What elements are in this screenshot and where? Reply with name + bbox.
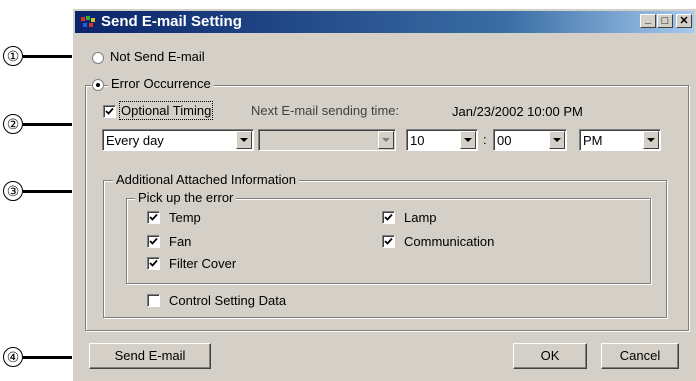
ampm-value: PM	[583, 133, 603, 148]
frequency-value: Every day	[106, 133, 164, 148]
chevron-down-icon[interactable]	[643, 131, 659, 149]
time-separator: :	[483, 132, 487, 147]
callout-1: ①	[3, 46, 23, 66]
optional-timing-label[interactable]: Optional Timing	[118, 101, 214, 120]
ampm-select[interactable]: PM	[579, 129, 661, 151]
dialog-window: Send E-mail Setting _ □ ✕ Not Send E-mai…	[72, 8, 696, 381]
hour-select[interactable]: 10	[406, 129, 478, 151]
title-bar[interactable]: Send E-mail Setting _ □ ✕	[75, 11, 694, 33]
filter-cover-label[interactable]: Filter Cover	[169, 256, 236, 271]
optional-timing-checkbox[interactable]	[103, 105, 116, 118]
check-icon	[149, 259, 158, 267]
day-select[interactable]	[258, 129, 396, 151]
not-send-radio[interactable]	[92, 52, 104, 64]
temp-checkbox[interactable]	[147, 211, 160, 224]
ok-button[interactable]: OK	[513, 343, 587, 369]
minimize-button[interactable]: _	[640, 14, 656, 28]
window-title: Send E-mail Setting	[101, 13, 242, 30]
pickup-label: Pick up the error	[135, 190, 237, 205]
app-icon	[81, 16, 95, 27]
send-email-button[interactable]: Send E-mail	[89, 343, 211, 369]
cancel-button[interactable]: Cancel	[601, 343, 679, 369]
callout-3: ③	[3, 181, 23, 201]
fan-label[interactable]: Fan	[169, 234, 191, 249]
maximize-button[interactable]: □	[657, 14, 673, 28]
control-setting-checkbox[interactable]	[147, 294, 160, 307]
error-occurrence-radio[interactable]	[92, 79, 104, 91]
chevron-down-icon[interactable]	[460, 131, 476, 149]
next-email-label: Next E-mail sending time:	[251, 103, 400, 118]
check-icon	[149, 213, 158, 221]
filter-cover-checkbox[interactable]	[147, 257, 160, 270]
check-icon	[149, 237, 158, 245]
error-occurrence-label[interactable]: Error Occurrence	[108, 76, 214, 91]
communication-label[interactable]: Communication	[404, 234, 494, 249]
next-email-time: Jan/23/2002 10:00 PM	[452, 104, 583, 119]
check-icon	[384, 237, 393, 245]
chevron-down-icon[interactable]	[236, 131, 252, 149]
frequency-select[interactable]: Every day	[102, 129, 254, 151]
close-button[interactable]: ✕	[676, 14, 692, 28]
temp-label[interactable]: Temp	[169, 210, 201, 225]
fan-checkbox[interactable]	[147, 235, 160, 248]
lamp-checkbox[interactable]	[382, 211, 395, 224]
callout-4: ④	[3, 347, 23, 367]
chevron-down-icon[interactable]	[549, 131, 565, 149]
communication-checkbox[interactable]	[382, 235, 395, 248]
minute-select[interactable]: 00	[493, 129, 567, 151]
control-setting-label[interactable]: Control Setting Data	[169, 293, 286, 308]
not-send-label[interactable]: Not Send E-mail	[110, 49, 205, 64]
check-icon	[384, 213, 393, 221]
hour-value: 10	[410, 133, 425, 148]
lamp-label[interactable]: Lamp	[404, 210, 437, 225]
minute-value: 00	[497, 133, 512, 148]
callout-2: ②	[3, 114, 23, 134]
additional-info-label: Additional Attached Information	[113, 172, 299, 187]
chevron-down-icon[interactable]	[378, 131, 394, 149]
check-icon	[105, 107, 114, 115]
